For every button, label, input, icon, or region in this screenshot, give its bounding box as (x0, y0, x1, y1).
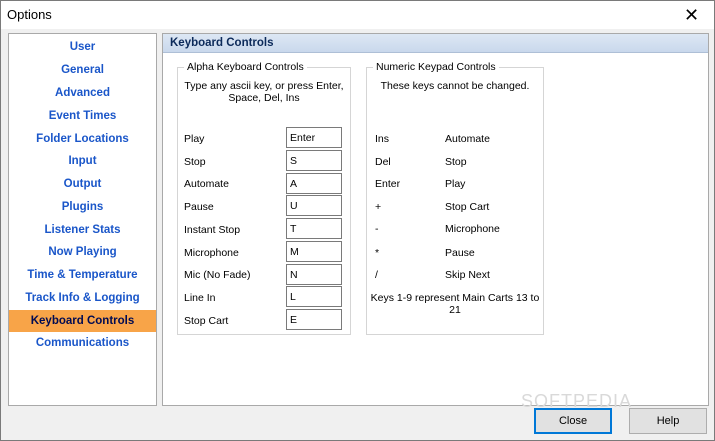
numeric-key-enter: Enter (375, 178, 401, 190)
alpha-label-line-in: Line In (184, 292, 216, 304)
numeric-key-ins: Ins (375, 133, 390, 145)
alpha-label-microphone: Microphone (184, 247, 239, 259)
alpha-description: Type any ascii key, or press Enter, Spac… (184, 80, 344, 104)
stop-cart-key-input[interactable]: E (286, 309, 342, 330)
numeric-group-title: Numeric Keypad Controls (373, 61, 499, 73)
numeric-action-stop-cart: Stop Cart (445, 201, 490, 213)
pause-key-input[interactable]: U (286, 195, 342, 216)
mic-no-fade-key-input[interactable]: N (286, 264, 342, 285)
alpha-label-pause: Pause (184, 201, 214, 213)
instant-stop-key-input[interactable]: T (286, 218, 342, 239)
alpha-label-play: Play (184, 133, 205, 145)
numeric-key-slash: / (375, 269, 378, 281)
sidebar-item-output[interactable]: Output (9, 173, 156, 195)
alpha-group-title: Alpha Keyboard Controls (184, 61, 307, 73)
play-key-input[interactable]: Enter (286, 127, 342, 148)
keyboard-controls-panel: Keyboard Controls Alpha Keyboard Control… (162, 33, 709, 406)
numeric-action-stop: Stop (445, 156, 467, 168)
numeric-key-del: Del (375, 156, 391, 168)
panel-header: Keyboard Controls (163, 34, 708, 53)
sidebar-item-event-times[interactable]: Event Times (9, 105, 156, 127)
sidebar-item-time-temperature[interactable]: Time & Temperature (9, 264, 156, 286)
alpha-label-stop: Stop (184, 156, 206, 168)
title-bar: Options ✕ (1, 1, 714, 29)
sidebar-item-advanced[interactable]: Advanced (9, 82, 156, 104)
options-sidebar: User General Advanced Event Times Folder… (8, 33, 157, 406)
close-button[interactable]: Close (534, 408, 612, 434)
line-in-key-input[interactable]: L (286, 286, 342, 307)
alpha-label-stop-cart: Stop Cart (184, 315, 229, 327)
options-window: Options ✕ User General Advanced Event Ti… (0, 0, 715, 441)
microphone-key-input[interactable]: M (286, 241, 342, 262)
sidebar-item-track-info-logging[interactable]: Track Info & Logging (9, 287, 156, 309)
close-icon[interactable]: ✕ (669, 1, 714, 29)
help-button[interactable]: Help (629, 408, 707, 434)
numeric-action-play: Play (445, 178, 466, 190)
stop-key-input[interactable]: S (286, 150, 342, 171)
numeric-action-pause: Pause (445, 247, 475, 259)
sidebar-item-plugins[interactable]: Plugins (9, 196, 156, 218)
numeric-keypad-group: Numeric Keypad Controls These keys canno… (366, 61, 544, 335)
sidebar-item-general[interactable]: General (9, 59, 156, 81)
numeric-key-asterisk: * (375, 247, 380, 259)
alpha-label-instant-stop: Instant Stop (184, 224, 241, 236)
alpha-label-automate: Automate (184, 178, 229, 190)
automate-key-input[interactable]: A (286, 173, 342, 194)
sidebar-item-now-playing[interactable]: Now Playing (9, 241, 156, 263)
numeric-action-skip-next: Skip Next (445, 269, 490, 281)
numeric-action-microphone: Microphone (445, 223, 500, 235)
sidebar-item-keyboard-controls[interactable]: Keyboard Controls (9, 310, 156, 332)
sidebar-item-listener-stats[interactable]: Listener Stats (9, 219, 156, 241)
sidebar-item-input[interactable]: Input (9, 150, 156, 172)
numeric-description: These keys cannot be changed. (380, 80, 530, 92)
sidebar-item-communications[interactable]: Communications (9, 332, 156, 354)
numeric-action-automate: Automate (445, 133, 490, 145)
numeric-key-plus: + (375, 201, 382, 213)
window-title: Options (7, 7, 52, 22)
numeric-footnote: Keys 1-9 represent Main Carts 13 to 21 (370, 292, 540, 316)
sidebar-item-user[interactable]: User (9, 36, 156, 58)
sidebar-item-folder-locations[interactable]: Folder Locations (9, 128, 156, 150)
panel-title: Keyboard Controls (170, 37, 274, 49)
alpha-label-mic-no-fade: Mic (No Fade) (184, 269, 251, 281)
alpha-keyboard-group: Alpha Keyboard Controls Type any ascii k… (177, 61, 351, 335)
numeric-key-minus: - (375, 223, 379, 235)
